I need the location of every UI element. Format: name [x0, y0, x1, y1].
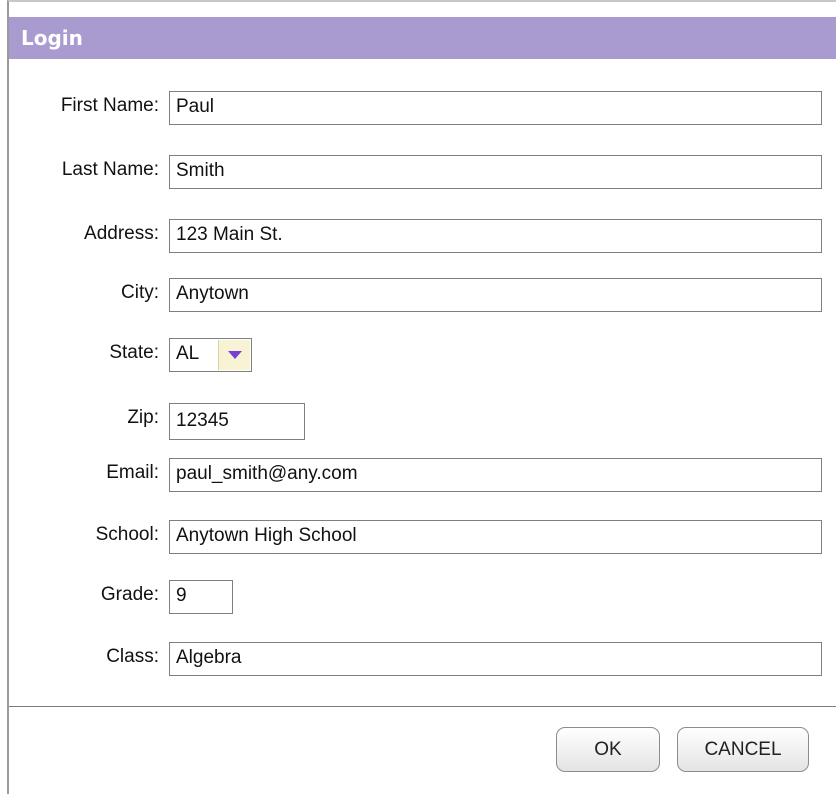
cancel-button[interactable]: CANCEL: [677, 727, 809, 772]
last-name-label: Last Name:: [61, 159, 159, 180]
first-name-label: First Name:: [60, 95, 159, 116]
class-label: Class:: [106, 646, 159, 667]
class-field[interactable]: Algebra: [169, 642, 822, 676]
state-select-value: AL: [176, 343, 200, 364]
first-name-field[interactable]: Paul: [169, 91, 822, 125]
state-row: State: AL: [9, 338, 836, 372]
state-dropdown-button[interactable]: [218, 340, 250, 370]
ok-button[interactable]: OK: [556, 727, 660, 772]
grade-label: Grade:: [100, 584, 159, 605]
zip-row: Zip: 12345: [9, 403, 836, 440]
grade-row: Grade: 9: [9, 580, 836, 614]
state-select[interactable]: AL: [169, 338, 252, 372]
dialog-titlebar: Login: [9, 17, 836, 59]
state-label: State:: [109, 342, 159, 363]
dialog-title: Login: [21, 26, 83, 50]
address-row: Address: 123 Main St.: [9, 219, 836, 253]
city-field[interactable]: Anytown: [169, 278, 822, 312]
chevron-down-icon: [228, 351, 242, 359]
school-row: School: Anytown High School: [9, 520, 836, 554]
last-name-field[interactable]: Smith: [169, 155, 822, 189]
first-name-row: First Name: Paul: [9, 91, 836, 125]
class-row: Class: Algebra: [9, 642, 836, 676]
city-label: City:: [121, 282, 159, 303]
email-row: Email: paul_smith@any.com: [9, 458, 836, 492]
login-dialog: Login First Name: Paul Last Name: Smith …: [7, 0, 836, 794]
last-name-row: Last Name: Smith: [9, 155, 836, 189]
zip-label: Zip:: [127, 407, 159, 428]
city-row: City: Anytown: [9, 278, 836, 312]
email-label: Email:: [106, 462, 159, 483]
address-field[interactable]: 123 Main St.: [169, 219, 822, 253]
grade-field[interactable]: 9: [169, 580, 233, 614]
email-field[interactable]: paul_smith@any.com: [169, 458, 822, 492]
footer-divider: [9, 706, 836, 707]
school-label: School:: [95, 524, 159, 545]
school-field[interactable]: Anytown High School: [169, 520, 822, 554]
address-label: Address:: [84, 223, 159, 244]
zip-field[interactable]: 12345: [169, 403, 305, 440]
